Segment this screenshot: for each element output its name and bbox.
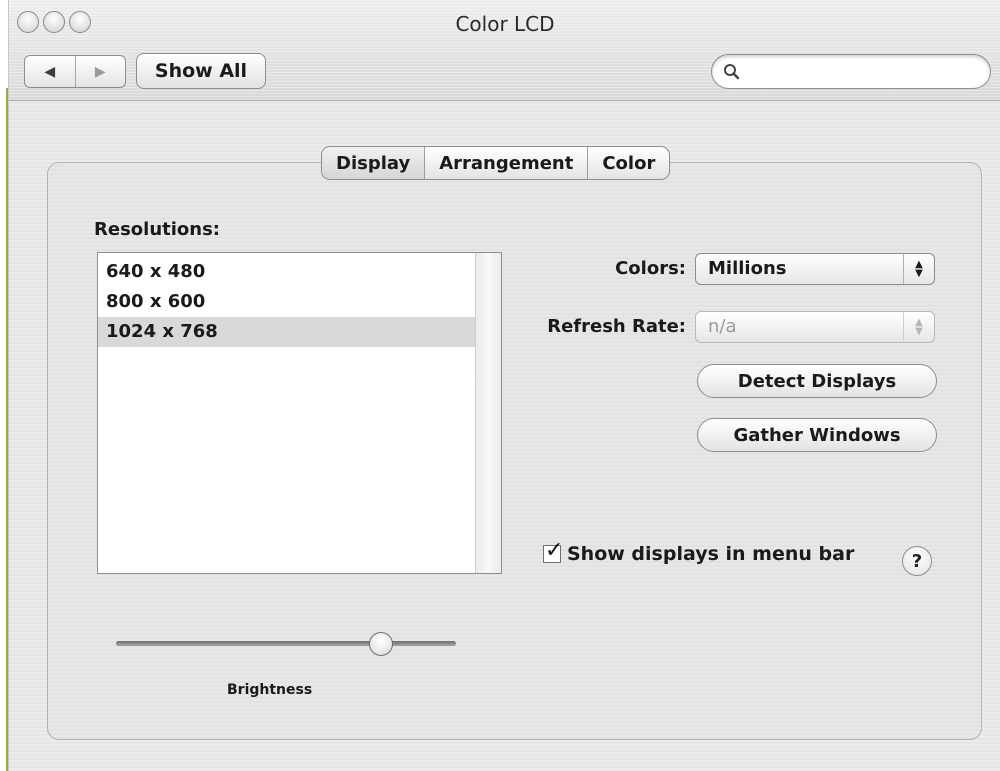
brightness-slider-track[interactable]	[116, 641, 456, 646]
refresh-rate-popup[interactable]: n/a ▲ ▼	[695, 311, 935, 343]
title-bar: Color LCD ◀ ▶ Show All	[9, 0, 1000, 101]
gather-windows-button[interactable]: Gather Windows	[697, 418, 937, 452]
resolution-item[interactable]: 800 x 600	[98, 287, 477, 317]
colors-popup[interactable]: Millions ▲ ▼	[695, 253, 935, 285]
resolution-item[interactable]: 640 x 480	[98, 257, 477, 287]
window-edge	[0, 0, 8, 771]
resolutions-label: Resolutions:	[94, 219, 220, 240]
window-title: Color LCD	[455, 12, 555, 36]
back-arrow-icon[interactable]: ◀	[25, 56, 75, 87]
colors-popup-value: Millions	[708, 258, 787, 279]
show-displays-in-menu-bar-option[interactable]: ✓ Show displays in menu bar	[543, 538, 854, 565]
brightness-slider-thumb[interactable]	[369, 632, 394, 656]
tab-bar: Display Arrangement Color	[321, 146, 671, 180]
show-displays-label[interactable]: Show displays in menu bar	[567, 543, 854, 565]
popup-arrows-icon: ▲ ▼	[903, 312, 934, 342]
detect-displays-button[interactable]: Detect Displays	[697, 364, 937, 398]
resolution-item-selected[interactable]: 1024 x 768	[98, 317, 477, 347]
magnifying-glass-icon	[724, 64, 740, 80]
resolutions-scrollbar[interactable]	[475, 253, 501, 573]
colors-label: Colors:	[615, 258, 686, 279]
brightness-label: Brightness	[227, 682, 313, 698]
popup-arrows-icon: ▲ ▼	[903, 254, 934, 284]
forward-arrow-icon[interactable]: ▶	[74, 56, 126, 87]
show-all-button[interactable]: Show All	[136, 53, 266, 89]
resolutions-list[interactable]: 640 x 480 800 x 600 1024 x 768	[97, 252, 502, 574]
tab-arrangement[interactable]: Arrangement	[424, 147, 587, 179]
back-forward-control: ◀ ▶	[24, 55, 126, 88]
checkmark-icon: ✓	[545, 538, 564, 563]
help-button[interactable]: ?	[902, 546, 932, 576]
preferences-window: Color LCD ◀ ▶ Show All Display Arrangeme…	[8, 0, 1000, 771]
tab-color[interactable]: Color	[587, 147, 669, 179]
tab-display[interactable]: Display	[322, 147, 425, 179]
refresh-rate-label: Refresh Rate:	[547, 316, 686, 337]
show-displays-checkbox[interactable]: ✓	[543, 538, 563, 563]
search-field[interactable]	[711, 54, 991, 89]
refresh-rate-value: n/a	[708, 316, 737, 337]
